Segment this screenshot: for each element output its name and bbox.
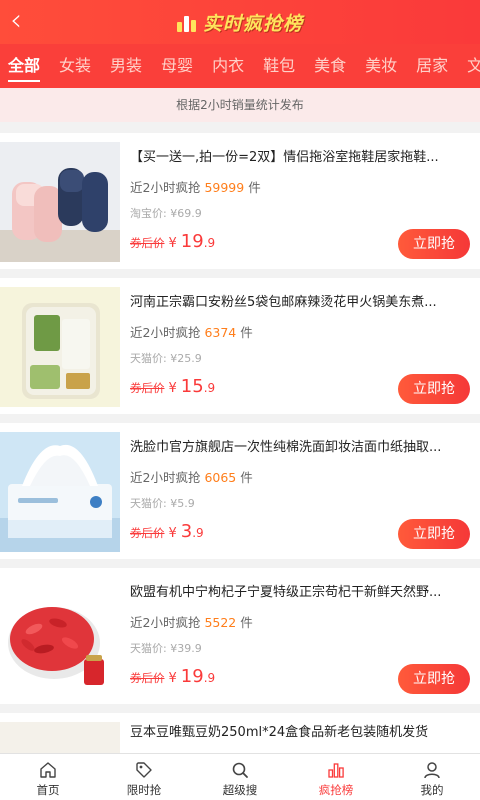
sales-info: 近2小时疯抢 5522 件 <box>130 612 253 631</box>
page-title: 实时疯抢榜 <box>202 12 303 35</box>
coupon-price: 券后价 ¥ 3 .9 <box>130 521 204 542</box>
buy-now-button[interactable]: 立即抢 <box>398 374 470 404</box>
buy-now-button[interactable]: 立即抢 <box>398 664 470 694</box>
tab-baby[interactable]: 母婴 <box>161 44 193 88</box>
tab-women[interactable]: 女装 <box>59 44 91 88</box>
nav-mine-label: 我的 <box>420 783 444 797</box>
tab-underwear[interactable]: 内衣 <box>212 44 244 88</box>
list-item[interactable]: 豆本豆唯甄豆奶250ml*24盒食品新老包装随机发货 <box>0 713 480 753</box>
original-price: 天猫价: ¥25.9 <box>130 352 202 365</box>
tab-beauty[interactable]: 美妆 <box>365 44 397 88</box>
product-image[interactable] <box>0 432 120 552</box>
product-image[interactable] <box>0 722 120 753</box>
ranking-notice: 根据2小时销量统计发布 <box>0 88 480 122</box>
tab-men[interactable]: 男装 <box>110 44 142 88</box>
nav-flash-sale[interactable]: 限时抢 <box>96 754 192 800</box>
nav-super-search-label: 超级搜 <box>222 783 258 797</box>
coupon-price-label: 券后价 <box>130 671 165 685</box>
price-decimal: .9 <box>203 381 216 395</box>
sales-label: 近2小时疯抢 <box>130 325 201 340</box>
price-integer: 15 <box>180 376 204 397</box>
currency-symbol: ¥ <box>168 671 177 686</box>
list-item[interactable]: 河南正宗霸口安粉丝5袋包邮麻辣烫花甲火锅美东煮... 近2小时疯抢 6374 件… <box>0 278 480 414</box>
list-item[interactable]: 洗脸巾官方旗舰店一次性纯棉洗面卸妆洁面巾纸抽取... 近2小时疯抢 6065 件… <box>0 423 480 559</box>
tab-shoes-bags[interactable]: 鞋包 <box>263 44 295 88</box>
buy-now-button[interactable]: 立即抢 <box>398 519 470 549</box>
sales-unit: 件 <box>240 615 253 630</box>
sales-info: 近2小时疯抢 6065 件 <box>130 467 253 486</box>
back-chevron-icon[interactable]: ‹ <box>10 6 38 38</box>
sales-count: 6374 <box>204 325 237 340</box>
sales-unit: 件 <box>248 180 261 195</box>
coupon-price: 券后价 ¥ 15 .9 <box>130 376 215 397</box>
coupon-price-label: 券后价 <box>130 526 165 540</box>
price-integer: 19 <box>180 231 204 252</box>
nav-ranking[interactable]: 疯抢榜 <box>288 754 384 800</box>
coupon-price-label: 券后价 <box>130 236 165 250</box>
coupon-price: 券后价 ¥ 19 .9 <box>130 666 215 687</box>
original-price: 天猫价: ¥39.9 <box>130 642 202 655</box>
currency-symbol: ¥ <box>168 526 177 541</box>
price-decimal: .9 <box>192 526 204 540</box>
buy-now-button[interactable]: 立即抢 <box>398 229 470 259</box>
nav-mine[interactable]: 我的 <box>384 754 480 800</box>
sales-info: 近2小时疯抢 6374 件 <box>130 322 253 341</box>
page-logo: 实时疯抢榜 <box>176 9 303 36</box>
product-image[interactable] <box>0 577 120 697</box>
bar-chart-logo-icon <box>176 12 199 32</box>
sales-unit: 件 <box>240 325 253 340</box>
search-icon <box>232 762 248 778</box>
product-title[interactable]: 【买一送一,拍一份=2双】情侣拖浴室拖鞋居家拖鞋... <box>130 146 470 165</box>
tab-more[interactable]: 文 <box>467 44 480 88</box>
currency-symbol: ¥ <box>168 236 177 251</box>
sales-label: 近2小时疯抢 <box>130 615 201 630</box>
product-list: 【买一送一,拍一份=2双】情侣拖浴室拖鞋居家拖鞋... 近2小时疯抢 59999… <box>0 133 480 762</box>
price-integer: 19 <box>180 666 204 687</box>
list-item[interactable]: 欧盟有机中宁枸杞子宁夏特级正宗苟杞干新鲜天然野... 近2小时疯抢 5522 件… <box>0 568 480 704</box>
price-decimal: .9 <box>203 236 216 250</box>
nav-home[interactable]: 首页 <box>0 754 96 800</box>
sales-unit: 件 <box>240 470 253 485</box>
product-image[interactable] <box>0 287 120 407</box>
category-tabs: 全部 女装 男装 母婴 内衣 鞋包 美食 美妆 居家 文 <box>0 44 480 88</box>
sales-info: 近2小时疯抢 59999 件 <box>130 177 261 196</box>
original-price: 淘宝价: ¥69.9 <box>130 207 202 220</box>
product-title[interactable]: 豆本豆唯甄豆奶250ml*24盒食品新老包装随机发货 <box>130 721 470 740</box>
product-image[interactable] <box>0 142 120 262</box>
sales-count: 5522 <box>204 615 237 630</box>
sales-count: 6065 <box>204 470 237 485</box>
user-icon <box>424 762 440 779</box>
price-decimal: .9 <box>203 671 216 685</box>
nav-super-search[interactable]: 超级搜 <box>192 754 288 800</box>
price-integer: 3 <box>180 521 193 542</box>
product-title[interactable]: 欧盟有机中宁枸杞子宁夏特级正宗苟杞干新鲜天然野... <box>130 581 470 600</box>
nav-ranking-label: 疯抢榜 <box>318 783 354 797</box>
nav-home-label: 首页 <box>36 783 60 797</box>
sales-label: 近2小时疯抢 <box>130 180 201 195</box>
tab-food[interactable]: 美食 <box>314 44 346 88</box>
bottom-nav: 首页 限时抢 超级搜 疯抢榜 我的 <box>0 753 480 800</box>
product-title[interactable]: 河南正宗霸口安粉丝5袋包邮麻辣烫花甲火锅美东煮... <box>130 291 470 310</box>
sales-count: 59999 <box>204 180 245 195</box>
top-header: ‹ 实时疯抢榜 <box>0 0 480 44</box>
tag-icon <box>136 762 152 778</box>
original-price: 天猫价: ¥5.9 <box>130 497 195 510</box>
tab-all[interactable]: 全部 <box>8 44 41 88</box>
ranking-icon <box>328 763 344 778</box>
list-item[interactable]: 【买一送一,拍一份=2双】情侣拖浴室拖鞋居家拖鞋... 近2小时疯抢 59999… <box>0 133 480 269</box>
currency-symbol: ¥ <box>168 381 177 396</box>
coupon-price: 券后价 ¥ 19 .9 <box>130 231 215 252</box>
product-title[interactable]: 洗脸巾官方旗舰店一次性纯棉洗面卸妆洁面巾纸抽取... <box>130 436 470 455</box>
tab-home[interactable]: 居家 <box>416 44 448 88</box>
coupon-price-label: 券后价 <box>130 381 165 395</box>
home-icon <box>40 762 56 778</box>
nav-flash-sale-label: 限时抢 <box>126 783 162 797</box>
sales-label: 近2小时疯抢 <box>130 470 201 485</box>
